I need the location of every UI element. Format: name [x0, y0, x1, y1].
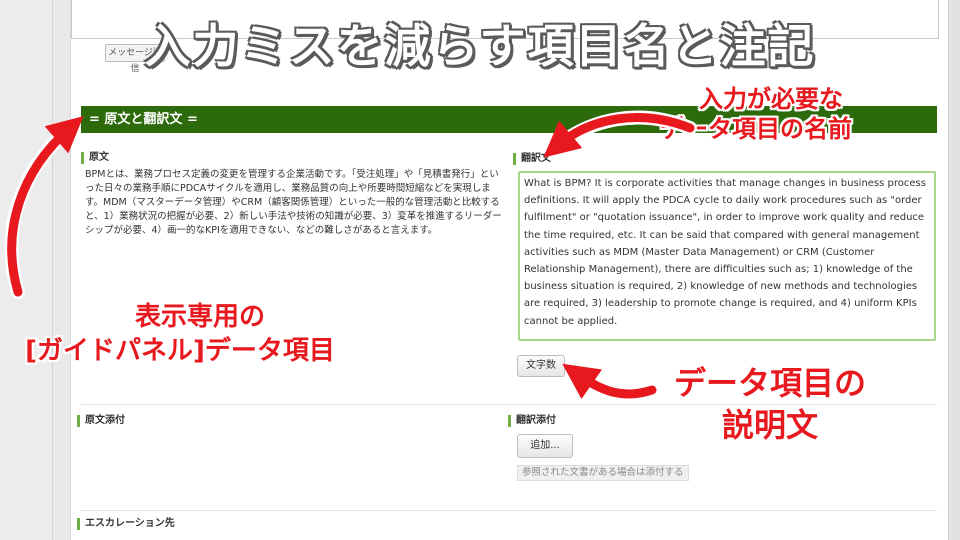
overlay-title: 入力ミスを減らす項目名と注記 [144, 19, 816, 73]
callout-field-name: 入力が必要な データ項目の名前 [660, 84, 852, 144]
callout-description: データ項目の 説明文 [645, 362, 895, 446]
callout-description-line2: 説明文 [721, 406, 818, 444]
char-count-button[interactable]: 文字数 [517, 355, 565, 377]
callout-guide-panel: 表示専用の [ガイドパネル]データ項目 [0, 300, 360, 368]
source-label: 原文 [81, 152, 109, 164]
divider [81, 510, 937, 511]
source-attachment-label: 原文添付 [77, 415, 125, 427]
callout-field-name-line2: データ項目の名前 [660, 115, 852, 143]
translation-label: 翻訳文 [513, 153, 551, 165]
attachment-hint: 参照された文書がある場合は添付する [517, 465, 689, 481]
callout-field-name-line1: 入力が必要な [699, 85, 843, 113]
form-panel: メッセージ送信 = 原文と翻訳文 = 原文 BPMとは、業務プロセス定義の変更を… [70, 0, 949, 540]
translation-attachment-label: 翻訳添付 [508, 415, 556, 427]
callout-guide-line2: [ガイドパネル]データ項目 [25, 336, 335, 366]
scrollbar[interactable] [948, 0, 960, 540]
translation-textarea[interactable]: What is BPM? It is corporate activities … [518, 171, 936, 341]
callout-guide-line1: 表示専用の [134, 302, 265, 332]
source-text-guide-panel: BPMとは、業務プロセス定義の変更を管理する企業活動です。「受注処理」や「見積書… [85, 169, 502, 236]
callout-description-line1: データ項目の [673, 364, 866, 402]
add-attachment-button[interactable]: 追加... [517, 434, 573, 458]
left-gutter [0, 0, 53, 540]
escalation-label: エスカレーション先 [77, 518, 175, 530]
